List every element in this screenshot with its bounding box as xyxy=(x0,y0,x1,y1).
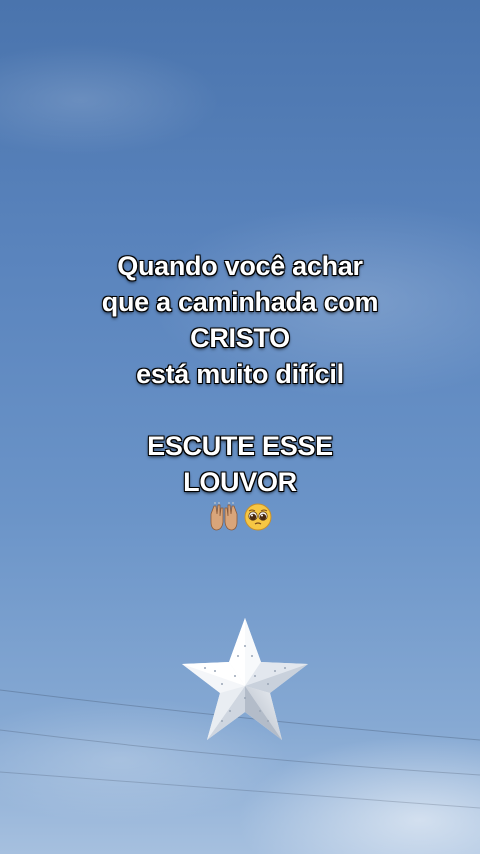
caption-line-5: ESCUTE ESSE xyxy=(147,431,333,461)
pleading-face-icon xyxy=(244,503,272,531)
caption-line-1: Quando você achar xyxy=(117,251,363,281)
caption-line-4: está muito difícil xyxy=(136,359,344,389)
star-decoration xyxy=(182,618,308,740)
emoji-row xyxy=(208,502,272,532)
caption-line-3: CRISTO xyxy=(190,323,290,353)
caption-line-6: LOUVOR xyxy=(183,467,297,497)
caption-line-2: que a caminhada com xyxy=(101,287,379,317)
raising-hands-icon xyxy=(210,502,238,531)
caption-overlay: Quando você achar que a caminhada com CR… xyxy=(0,248,480,541)
